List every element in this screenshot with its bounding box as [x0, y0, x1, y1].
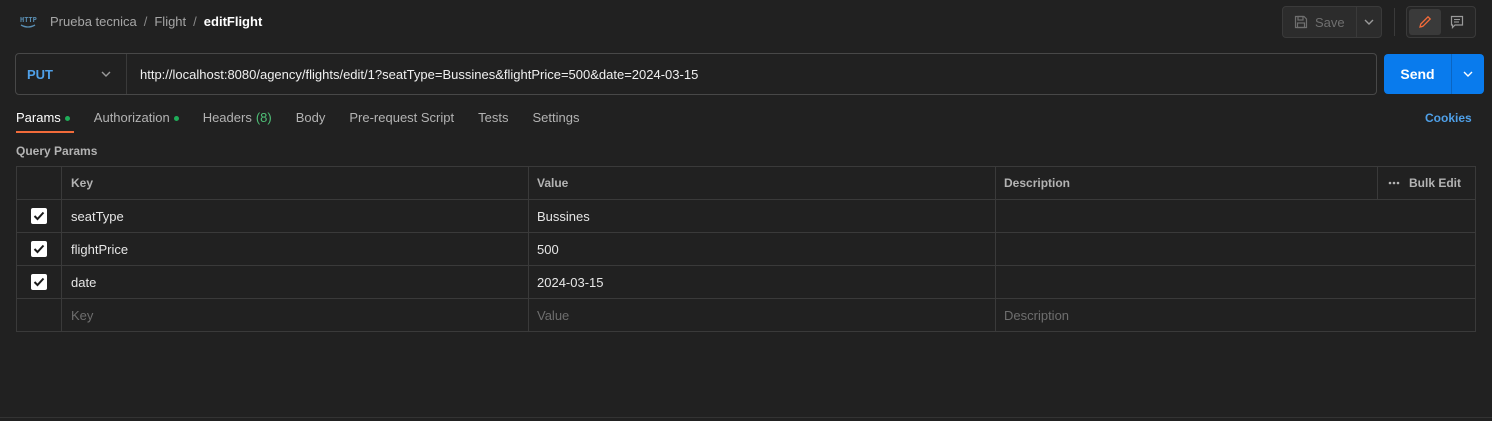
param-description[interactable]	[996, 266, 1475, 298]
row-checkbox-cell	[17, 266, 62, 298]
query-params-table: Key Value Description Bulk Edit seatType…	[16, 166, 1476, 332]
chevron-down-icon	[1463, 71, 1473, 77]
row-checkbox-cell	[17, 299, 62, 332]
checkmark-icon	[33, 277, 45, 287]
tab-label: Body	[295, 110, 326, 125]
tab-headers[interactable]: Headers (8)	[203, 110, 272, 134]
tab-label: Authorization	[93, 110, 170, 125]
save-label: Save	[1315, 14, 1345, 30]
send-button[interactable]: Send	[1384, 54, 1452, 94]
bulk-edit-button[interactable]: Bulk Edit	[1409, 176, 1461, 190]
tab-label: Pre-request Script	[349, 110, 455, 125]
param-key[interactable]: flightPrice	[62, 233, 529, 265]
table-header-row: Key Value Description Bulk Edit	[17, 167, 1475, 200]
column-header-value: Value	[529, 167, 996, 199]
row-checkbox[interactable]	[31, 241, 47, 257]
request-url-bar: PUT http://localhost:8080/agency/flights…	[15, 53, 1377, 95]
tab-label: Tests	[478, 110, 509, 125]
breadcrumb: Prueba tecnica / Flight / editFlight	[50, 14, 262, 29]
save-options-button[interactable]	[1357, 7, 1381, 37]
method-label: PUT	[27, 66, 53, 82]
save-button-group: Save	[1282, 6, 1382, 38]
save-icon	[1294, 15, 1308, 29]
new-description-input[interactable]: Description	[996, 299, 1475, 332]
top-bar: HTTP Prueba tecnica / Flight / editFligh…	[0, 0, 1492, 44]
bulk-edit-area: Bulk Edit	[1378, 167, 1475, 199]
row-checkbox[interactable]	[31, 208, 47, 224]
breadcrumb-separator: /	[193, 14, 197, 29]
comment-icon	[1450, 15, 1464, 29]
param-key[interactable]: seatType	[62, 200, 529, 232]
pencil-icon	[1419, 15, 1432, 28]
table-row: date 2024-03-15	[17, 266, 1475, 299]
tab-label: Settings	[532, 110, 580, 125]
send-button-group: Send	[1384, 54, 1484, 94]
chevron-down-icon	[101, 71, 111, 77]
url-input[interactable]: http://localhost:8080/agency/flights/edi…	[127, 67, 698, 82]
request-name[interactable]: editFlight	[204, 14, 263, 29]
column-header-description: Description	[996, 167, 1378, 199]
tab-params[interactable]: Params	[16, 110, 74, 134]
param-key[interactable]: date	[62, 266, 529, 298]
param-value[interactable]: 500	[529, 233, 996, 265]
query-params-title: Query Params	[16, 144, 98, 158]
breadcrumb-folder[interactable]: Flight	[154, 14, 186, 29]
status-dot	[64, 116, 70, 121]
chevron-down-icon	[1364, 19, 1374, 25]
cookies-link[interactable]: Cookies	[1425, 111, 1472, 125]
breadcrumb-collection[interactable]: Prueba tecnica	[50, 14, 137, 29]
tab-pre-request-script[interactable]: Pre-request Script	[349, 110, 454, 134]
param-description[interactable]	[996, 233, 1475, 265]
row-checkbox[interactable]	[31, 274, 47, 290]
column-header-key: Key	[62, 167, 529, 199]
svg-text:HTTP: HTTP	[20, 16, 37, 24]
panel-divider	[0, 417, 1492, 418]
row-checkbox-cell	[17, 200, 62, 232]
http-icon: HTTP	[20, 16, 37, 28]
headers-count: (8)	[255, 110, 272, 125]
tab-body[interactable]: Body	[296, 110, 326, 134]
checkmark-icon	[33, 211, 45, 221]
send-options-button[interactable]	[1452, 54, 1484, 94]
header-check-cell	[17, 167, 62, 199]
edit-mode-button[interactable]	[1409, 9, 1441, 35]
method-select[interactable]: PUT	[16, 54, 127, 94]
param-value[interactable]: Bussines	[529, 200, 996, 232]
table-row-new: Key Value Description	[17, 299, 1475, 332]
tab-label: Headers	[202, 110, 252, 125]
table-row: flightPrice 500	[17, 233, 1475, 266]
view-mode-toggle	[1406, 6, 1476, 38]
new-key-input[interactable]: Key	[62, 299, 529, 332]
breadcrumb-separator: /	[143, 14, 148, 29]
tab-tests[interactable]: Tests	[478, 110, 508, 134]
new-value-input[interactable]: Value	[529, 299, 996, 332]
tab-settings[interactable]: Settings	[532, 110, 579, 134]
save-button[interactable]: Save	[1283, 7, 1357, 37]
param-description[interactable]	[996, 200, 1475, 232]
more-options-icon[interactable]	[1388, 181, 1400, 185]
table-row: seatType Bussines	[17, 200, 1475, 233]
tab-label: Params	[16, 110, 61, 125]
tab-authorization[interactable]: Authorization	[94, 110, 179, 134]
request-tabs: Params Authorization Headers (8) Body Pr…	[16, 110, 603, 134]
row-checkbox-cell	[17, 233, 62, 265]
status-dot	[173, 116, 179, 121]
comments-button[interactable]	[1441, 9, 1473, 35]
toolbar-divider	[1394, 8, 1395, 36]
param-value[interactable]: 2024-03-15	[529, 266, 996, 298]
checkmark-icon	[33, 244, 45, 254]
